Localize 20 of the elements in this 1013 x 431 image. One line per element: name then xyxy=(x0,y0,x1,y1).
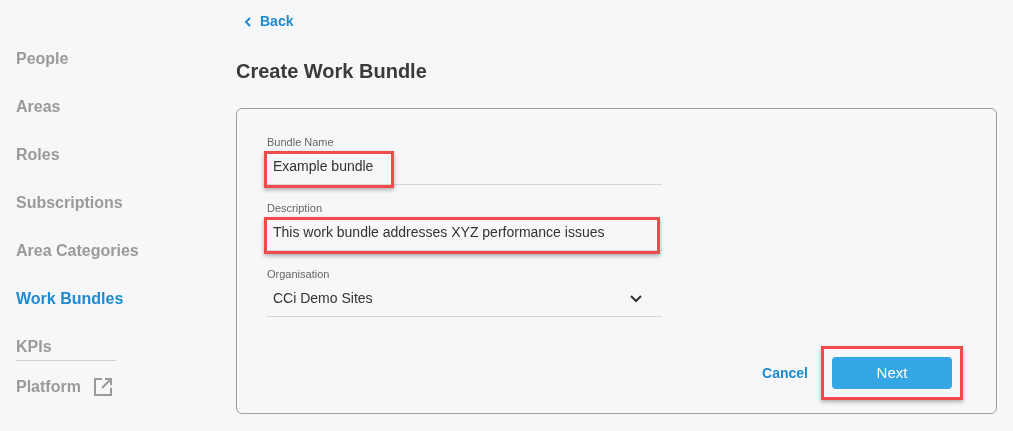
platform-link[interactable]: Platform xyxy=(16,375,81,399)
text-field[interactable]: This work bundle addresses XYZ performance issues xyxy=(267,215,662,251)
sidebar-item[interactable]: Areas xyxy=(16,94,61,142)
back-link[interactable]: Back xyxy=(244,11,294,32)
sidebar-item[interactable]: Roles xyxy=(16,142,60,190)
external-link-icon[interactable] xyxy=(92,377,113,397)
chevron-left-icon xyxy=(244,16,252,27)
page-title: Create Work Bundle xyxy=(236,59,428,84)
sidebar-item[interactable]: Work Bundles xyxy=(16,286,124,334)
organisation-select[interactable]: CCi Demo Sites xyxy=(267,281,662,317)
chevron-down-icon xyxy=(630,294,642,303)
field-label: Description xyxy=(267,201,323,215)
field-label: Organisation xyxy=(267,267,330,281)
sidebar-item[interactable]: Area Categories xyxy=(16,238,139,286)
sidebar-item[interactable]: Subscriptions xyxy=(16,190,123,238)
sidebar-item[interactable]: People xyxy=(16,46,69,94)
cancel-link[interactable]: Cancel xyxy=(762,362,808,384)
next-button[interactable]: Next xyxy=(832,357,952,389)
text-field[interactable]: Example bundle xyxy=(267,149,662,185)
field-label: Bundle Name xyxy=(267,135,334,149)
